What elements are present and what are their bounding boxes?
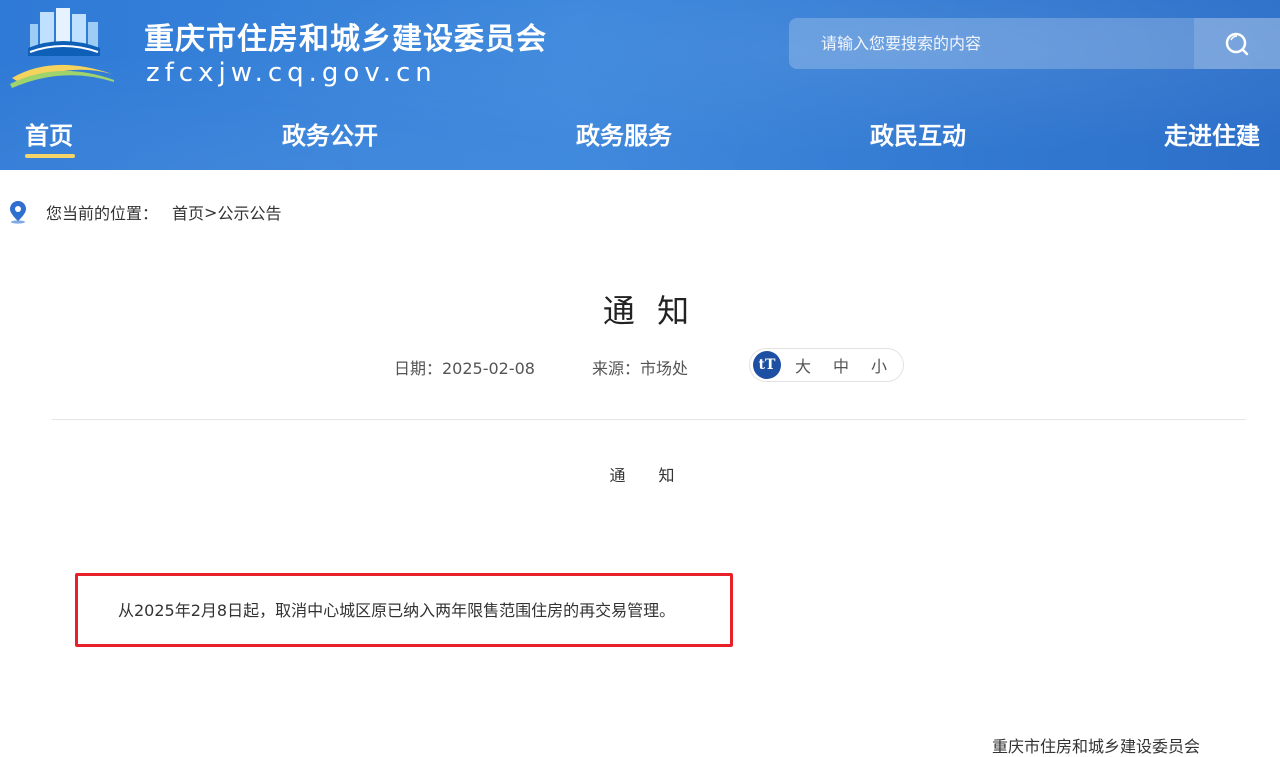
- breadcrumb-home-link[interactable]: 首页: [172, 200, 204, 224]
- search-icon: [1225, 32, 1249, 55]
- article-body-heading: 通 知: [609, 466, 689, 485]
- font-size-switcher: tT 大 中 小: [749, 348, 904, 382]
- font-size-medium-button[interactable]: 中: [833, 353, 849, 377]
- breadcrumb-label: 您当前的位置：: [46, 204, 159, 223]
- site-title[interactable]: 重庆市住房和城乡建设委员会: [144, 14, 547, 58]
- breadcrumb-separator: >: [204, 202, 218, 222]
- search-button[interactable]: [1194, 18, 1280, 69]
- nav-item-home[interactable]: 首页: [25, 116, 73, 151]
- search-bar: [789, 18, 1280, 69]
- nav-item-government-affairs[interactable]: 政务公开: [282, 116, 378, 151]
- main-nav: 首页 政务公开 政务服务 政民互动 走进住建: [0, 112, 1280, 170]
- article-source: 来源：市场处: [592, 359, 689, 378]
- article-date: 日期：2025-02-08: [394, 359, 535, 378]
- site-header: 重庆市住房和城乡建设委员会 zfcxjw.cq.gov.cn 首页 政务公开 政…: [0, 0, 1280, 170]
- site-logo[interactable]: [8, 4, 118, 88]
- article-title: 通 知: [602, 292, 696, 330]
- notice-text: 从2025年2月8日起，取消中心城区原已纳入两年限售范围住房的再交易管理。: [118, 601, 676, 620]
- breadcrumb: 您当前的位置： 首页 > 公示公告: [8, 200, 281, 224]
- site-domain: zfcxjw.cq.gov.cn: [146, 58, 437, 88]
- nav-item-about[interactable]: 走进住建: [1164, 116, 1260, 151]
- font-size-small-button[interactable]: 小: [871, 353, 887, 377]
- nav-active-indicator: [25, 154, 75, 158]
- search-input[interactable]: [789, 18, 1194, 69]
- nav-item-government-services[interactable]: 政务服务: [576, 116, 672, 151]
- article-signature: 重庆市住房和城乡建设委员会: [992, 737, 1201, 756]
- nav-item-interaction[interactable]: 政民互动: [870, 116, 966, 151]
- font-size-large-button[interactable]: 大: [795, 353, 811, 377]
- location-pin-icon: [10, 201, 26, 224]
- breadcrumb-current-link[interactable]: 公示公告: [217, 200, 281, 224]
- title-divider: [52, 419, 1246, 420]
- text-size-icon: tT: [753, 351, 781, 379]
